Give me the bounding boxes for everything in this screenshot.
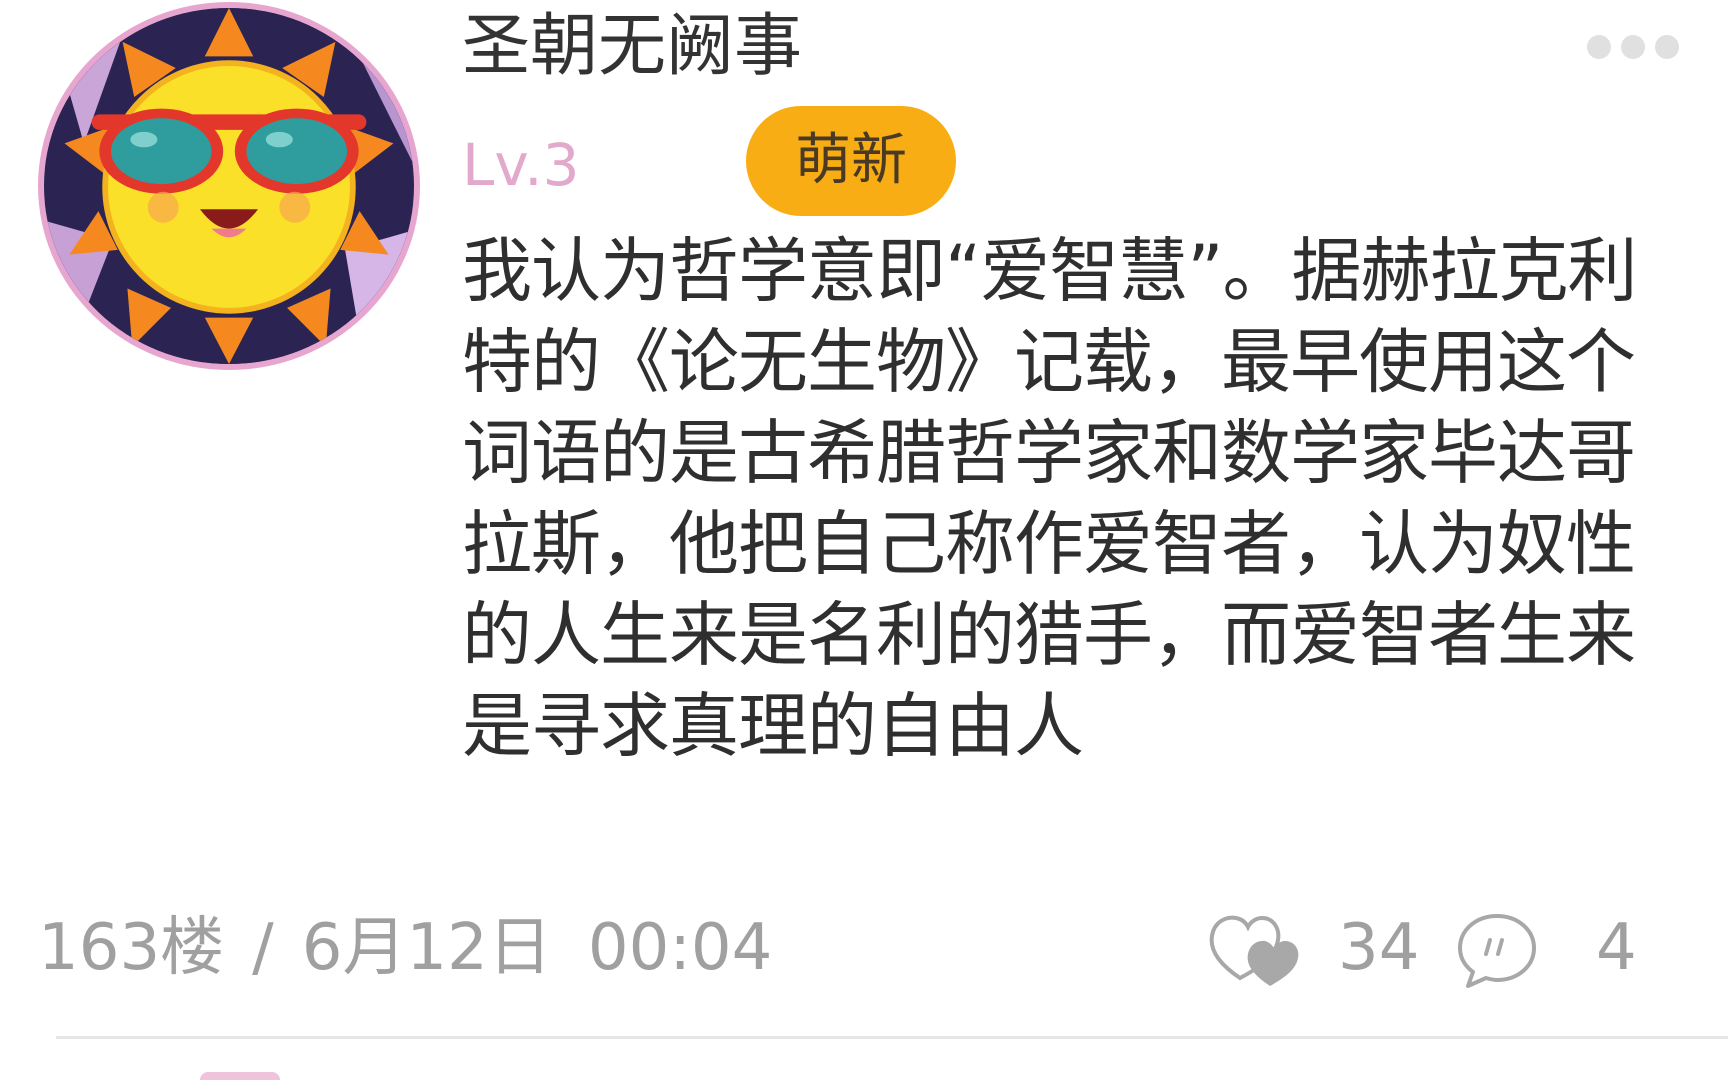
comment-bubble-icon[interactable] xyxy=(1456,910,1538,990)
user-level: Lv.3 xyxy=(462,131,580,199)
user-avatar[interactable] xyxy=(38,2,420,370)
more-dots-icon[interactable] xyxy=(1586,34,1680,60)
user-badge: 萌新 xyxy=(746,106,956,216)
like-count: 34 xyxy=(1338,911,1420,985)
post-meta: 163楼 / 6月12日 00:04 xyxy=(38,908,772,988)
meta-separator: / xyxy=(252,911,274,985)
post-card: 圣朝无阙事 Lv.3 萌新 我认为哲学意即“爱智慧”。据赫拉克利特的《论无生物》… xyxy=(0,0,1728,1080)
sun-sunglasses-avatar-icon xyxy=(45,8,413,364)
floor-number: 163楼 xyxy=(38,911,225,985)
username[interactable]: 圣朝无阙事 xyxy=(462,4,802,90)
heart-icon[interactable] xyxy=(1208,912,1308,988)
divider xyxy=(56,1036,1728,1039)
post-time: 00:04 xyxy=(587,911,773,985)
post-date: 6月12日 xyxy=(301,911,552,985)
post-content: 我认为哲学意即“爱智慧”。据赫拉克利特的《论无生物》记载，最早使用这个词语的是古… xyxy=(462,230,1638,767)
comment-count: 4 xyxy=(1596,911,1637,985)
next-post-avatar xyxy=(200,1072,280,1080)
